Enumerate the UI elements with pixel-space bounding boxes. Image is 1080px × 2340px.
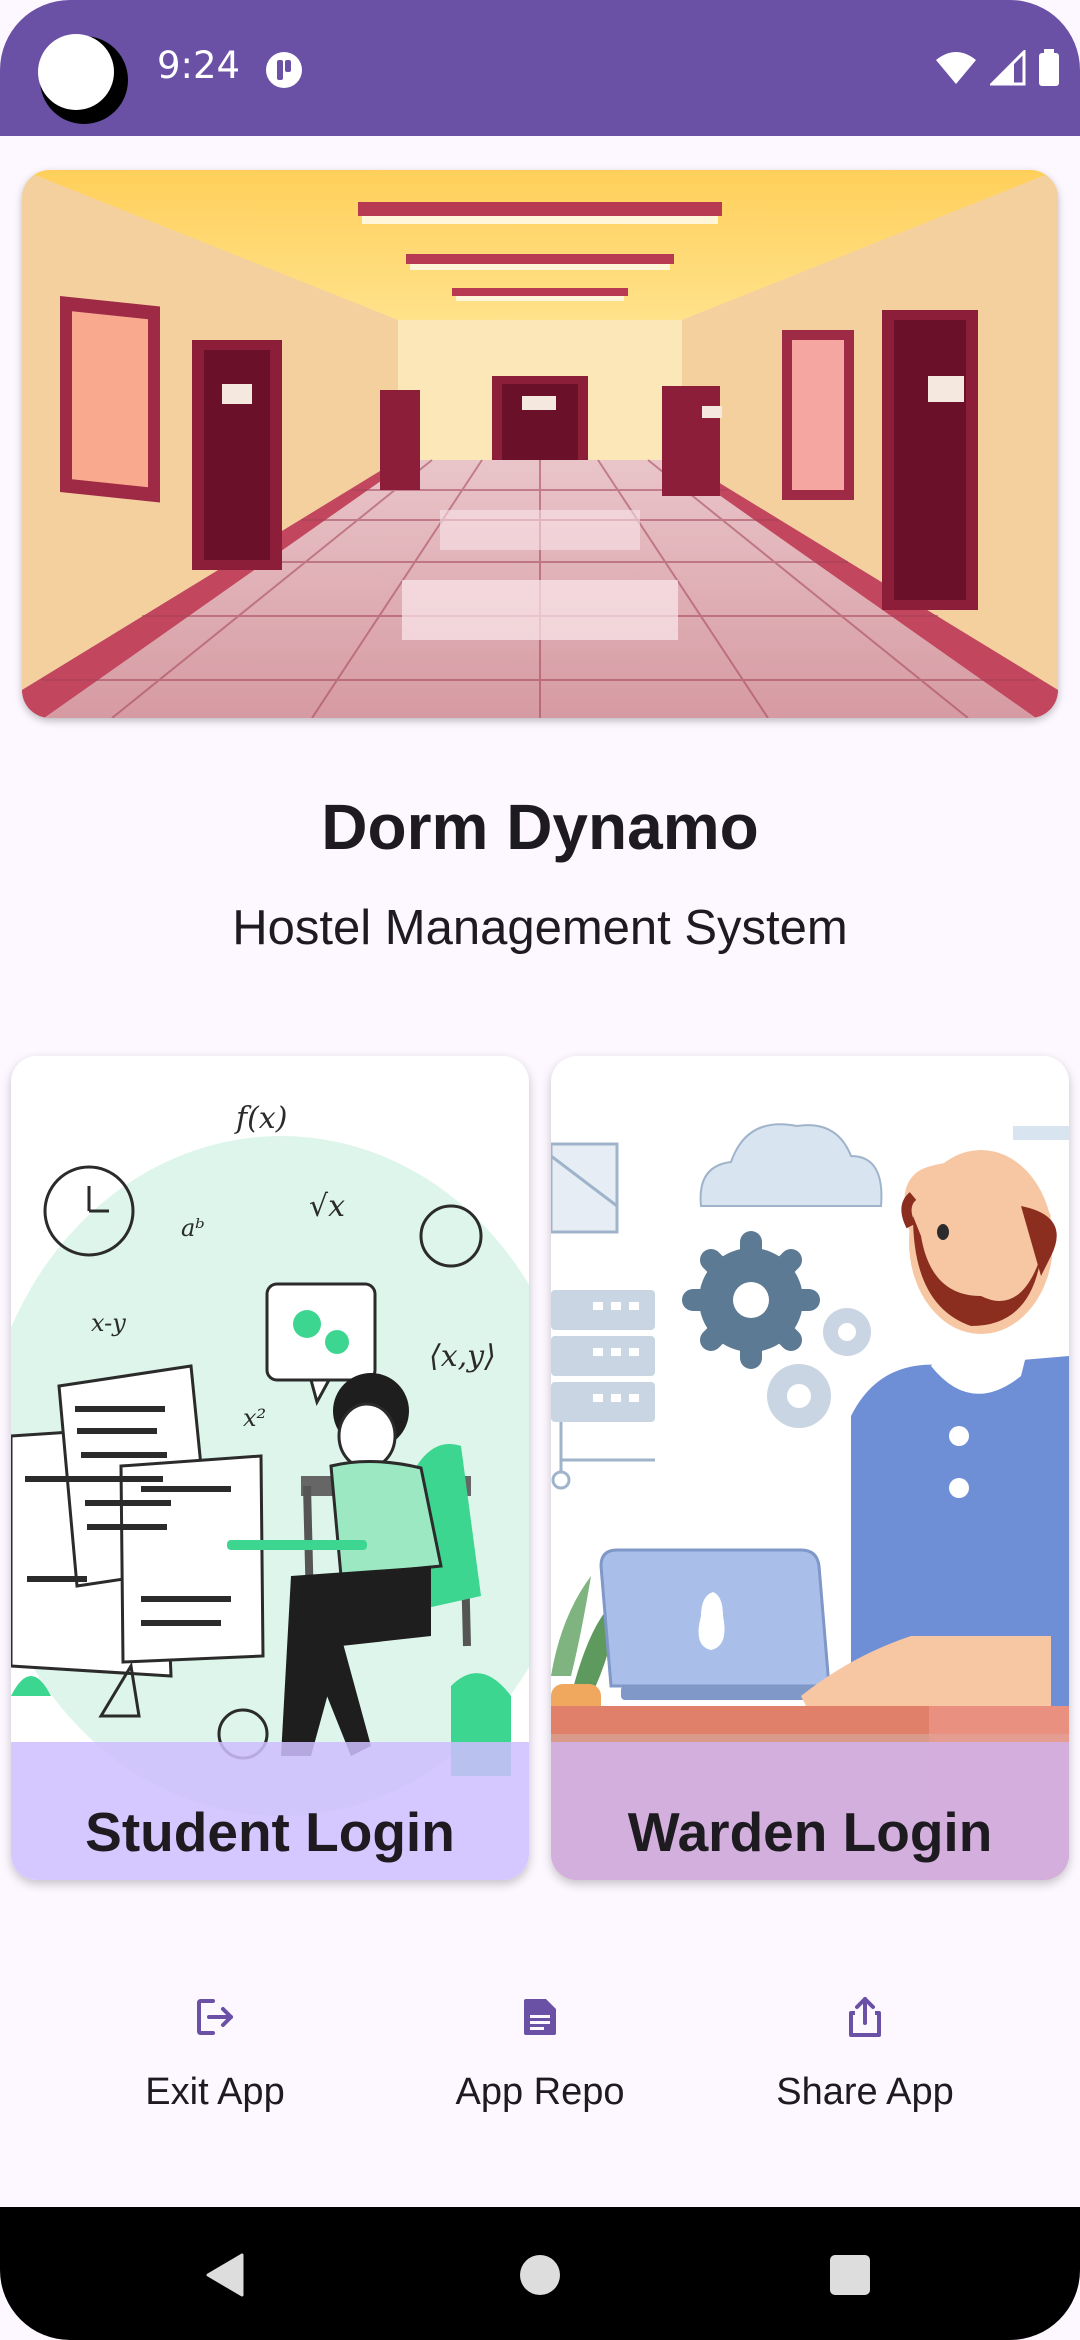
exit-app-button[interactable]: Exit App [65,1985,365,2145]
wifi-icon [936,52,976,84]
back-button[interactable] [186,2235,266,2315]
document-icon [524,1999,556,2035]
app-repo-button[interactable]: App Repo [390,1985,690,2145]
share-app-button[interactable]: Share App [715,1985,1015,2145]
app-screen: 9:24 Dorm Dynamo Hostel Management Syste… [0,0,1080,2340]
exit-app-label: Exit App [145,2071,285,2113]
svg-text:⟨x,y⟩: ⟨x,y⟩ [429,1339,496,1374]
status-bar: 9:24 [0,0,1080,136]
share-app-label: Share App [776,2071,954,2113]
home-circle-icon [520,2255,560,2295]
back-triangle-icon [206,2253,244,2297]
svg-text:aᵇ: aᵇ [181,1214,205,1242]
battery-icon [1039,49,1059,86]
status-time: 9:24 [157,44,241,87]
system-navigation-bar [0,2207,1080,2340]
svg-text:f(x): f(x) [234,1101,287,1136]
warden-login-label: Warden Login [627,1801,993,1863]
camera-cutout-icon [38,34,128,124]
warden-login-band: Warden Login [551,1742,1069,1880]
student-login-band: Student Login [11,1742,529,1880]
logout-icon [197,1999,233,2035]
home-button[interactable] [500,2235,580,2315]
student-login-label: Student Login [85,1801,455,1863]
app-repo-label: App Repo [455,2071,625,2113]
svg-text:x²: x² [243,1404,266,1432]
warden-login-card[interactable]: Warden Login [551,1056,1069,1880]
hostel-corridor-illustration [22,170,1058,718]
recent-square-icon [830,2255,870,2295]
bottom-actions: Exit App App Repo Share App [0,1985,1080,2145]
status-icons [934,46,1060,90]
recent-apps-button[interactable] [810,2235,890,2315]
app-subtitle: Hostel Management System [232,901,848,955]
app-notification-icon [266,52,302,88]
cell-signal-icon [990,50,1026,86]
app-title: Dorm Dynamo [321,791,759,863]
share-icon [849,1997,881,2037]
svg-text:x-y: x-y [91,1309,126,1337]
student-login-card[interactable]: f(x) √x aᵇ x-y ⟨x,y⟩ x² Student Login [11,1056,529,1880]
svg-text:√x: √x [309,1189,345,1224]
